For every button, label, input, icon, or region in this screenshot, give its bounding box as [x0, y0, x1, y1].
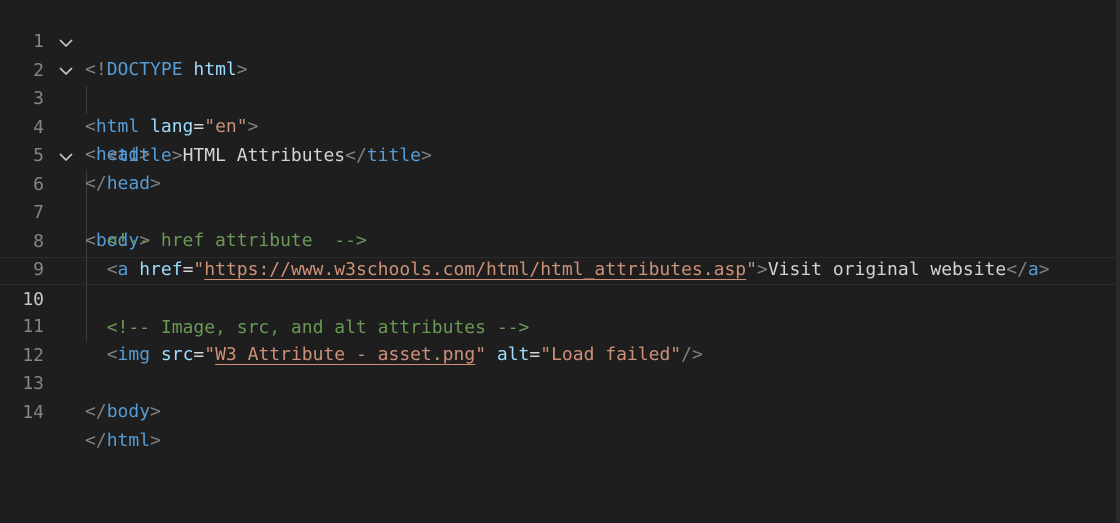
punctuation: > [150, 429, 161, 451]
code-line-5[interactable]: 5 </head> [0, 114, 1116, 194]
code-line-1[interactable]: 1 <!DOCTYPE html> [0, 0, 1116, 80]
code-line-14[interactable]: 14 </html> [0, 371, 1116, 451]
chevron-down-icon[interactable] [58, 143, 74, 171]
code-line-6[interactable]: 6 <body> [0, 143, 1116, 251]
code-line-7[interactable]: 7 <!-- href attribute --> [0, 171, 1116, 251]
code-line-3[interactable]: 3 <head> [0, 57, 1116, 165]
code-line-2[interactable]: 2 <html lang="en"> [0, 29, 1116, 137]
chevron-down-icon[interactable] [58, 57, 74, 85]
code-line-12[interactable]: 12 [0, 314, 1116, 366]
code-text: </html> [85, 427, 161, 455]
vertical-scrollbar[interactable] [1116, 0, 1120, 523]
punctuation: </ [85, 401, 107, 422]
code-line-8[interactable]: 8 <a href="https://www.w3schools.com/htm… [0, 200, 1116, 280]
chevron-down-icon[interactable] [58, 29, 74, 57]
code-line-9[interactable]: 9 [0, 228, 1116, 280]
code-line-4[interactable]: 4 <title>HTML Attributes</title> [0, 86, 1116, 166]
punctuation: > [150, 401, 161, 422]
punctuation: </ [85, 429, 107, 451]
code-line-13[interactable]: 13 </body> [0, 342, 1116, 422]
code-editor[interactable]: 1 <!DOCTYPE html> 2 <html lang="en"> 3 <… [0, 0, 1120, 523]
code-line-11[interactable]: 11 <img src="W3 Attribute - asset.png" a… [0, 285, 1116, 365]
tag-name: html [106, 429, 151, 451]
code-text: </body> [85, 398, 161, 426]
tag-name: body [106, 401, 151, 422]
line-number: 14 [22, 401, 44, 423]
code-line-10[interactable]: 10 <!-- Image, src, and alt attributes -… [0, 256, 1116, 338]
